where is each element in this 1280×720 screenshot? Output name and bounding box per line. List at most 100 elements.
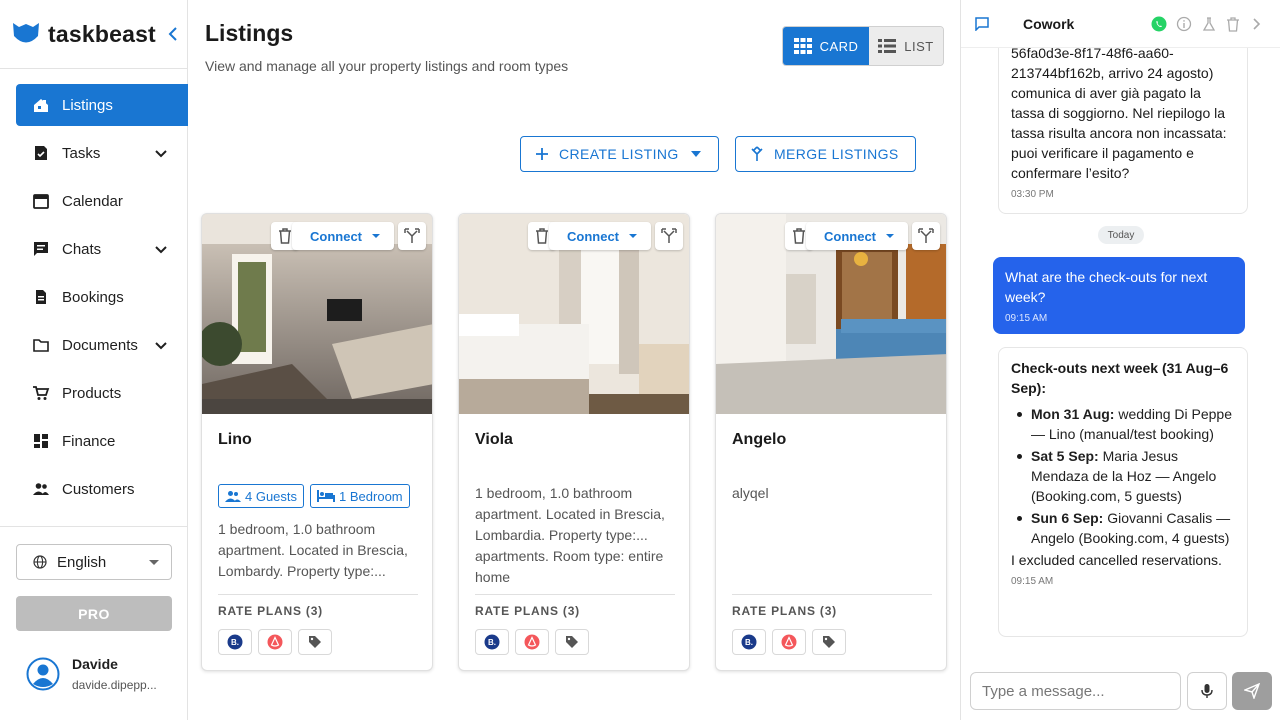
listing-chips: 4 Guests 1 Bedroom	[218, 484, 416, 508]
sidebar-item-bookings[interactable]: Bookings	[16, 276, 188, 318]
trash-icon[interactable]	[1225, 16, 1241, 32]
tag-plan[interactable]	[555, 629, 589, 655]
list-view-label: LIST	[904, 38, 934, 54]
card-view-button[interactable]: CARD	[783, 27, 869, 65]
brand[interactable]: taskbeast	[12, 20, 156, 48]
brand-name: taskbeast	[48, 20, 156, 47]
tag-plan[interactable]	[812, 629, 846, 655]
user-profile[interactable]: Davide davide.dipepp...	[26, 656, 157, 692]
page-title: Listings	[205, 20, 294, 46]
booking-com-plan[interactable]: B.	[732, 629, 766, 655]
language-select[interactable]: English	[16, 544, 172, 580]
bedroom-label: 1 Bedroom	[339, 488, 403, 504]
flask-icon[interactable]	[1201, 16, 1217, 32]
split-button[interactable]	[655, 222, 683, 250]
create-listing-button[interactable]: CREATE LISTING	[520, 136, 719, 172]
sidebar-item-chats[interactable]: Chats	[16, 228, 188, 270]
airbnb-icon	[267, 634, 283, 650]
tag-plan[interactable]	[298, 629, 332, 655]
user-email: davide.dipepp...	[72, 678, 157, 692]
plus-icon	[536, 148, 548, 160]
cowork-panel: Cowork 56fa0d3e-8f17-48f6-aa60-213744bf1…	[960, 0, 1280, 720]
rate-plans: B.	[732, 629, 852, 655]
sidebar-item-customers[interactable]: Customers	[16, 468, 188, 510]
sidebar-item-documents[interactable]: Documents	[16, 324, 188, 366]
caret-down-icon[interactable]	[690, 151, 701, 157]
listing-card-angelo[interactable]: Connect Angelo alyqel RATE PLANS (3) B.	[715, 213, 947, 671]
rate-plans-label: RATE PLANS (3)	[218, 604, 323, 618]
message-time: 09:15 AM	[1011, 576, 1054, 587]
listing-card-viola[interactable]: Connect Viola 1 bedroom, 1.0 bathroom ap…	[458, 213, 690, 671]
dropdown-arrow-icon	[149, 560, 159, 565]
list-view-button[interactable]: LIST	[869, 27, 943, 65]
split-icon	[661, 228, 677, 243]
message-text: 56fa0d3e-8f17-48f6-aa60-213744bf162b, ar…	[1011, 48, 1227, 181]
sidebar-item-tasks[interactable]: Tasks	[16, 132, 188, 174]
tag-icon	[309, 636, 321, 648]
main-content: Listings View and manage all your proper…	[189, 0, 960, 720]
card-divider	[732, 594, 932, 595]
caret-down-icon	[629, 234, 637, 238]
collapse-chevron-icon[interactable]	[166, 26, 180, 42]
rate-plans-label: RATE PLANS (3)	[732, 604, 837, 618]
dashboard-icon	[34, 434, 48, 448]
tag-icon	[566, 636, 578, 648]
chevron-right-icon[interactable]	[1252, 17, 1262, 31]
caret-down-icon	[886, 234, 894, 238]
folder-icon	[33, 339, 49, 352]
sidebar-item-label: Customers	[62, 480, 135, 498]
trash-icon	[279, 228, 291, 244]
booking-com-icon: B.	[741, 634, 757, 650]
sidebar-item-label: Products	[62, 384, 122, 402]
bedroom-chip: 1 Bedroom	[310, 484, 410, 508]
booking-com-icon: B.	[484, 634, 500, 650]
merge-listings-button[interactable]: MERGE LISTINGS	[735, 136, 916, 172]
card-divider	[475, 594, 675, 595]
chat-icon	[34, 242, 48, 256]
airbnb-plan[interactable]	[772, 629, 806, 655]
people-icon	[33, 483, 49, 495]
chevron-down-icon[interactable]	[154, 338, 168, 352]
airbnb-icon	[781, 634, 797, 650]
booking-com-plan[interactable]: B.	[475, 629, 509, 655]
sidebar-item-listings[interactable]: Listings	[16, 84, 188, 126]
connect-button[interactable]: Connect	[806, 222, 908, 250]
chevron-down-icon[interactable]	[154, 146, 168, 160]
listings-icon	[34, 99, 48, 112]
globe-icon	[33, 555, 47, 569]
calendar-icon	[33, 194, 49, 209]
pro-button[interactable]: PRO	[16, 596, 172, 631]
sidebar-item-finance[interactable]: Finance	[16, 420, 188, 462]
airbnb-icon	[524, 634, 540, 650]
rate-plans: B.	[475, 629, 595, 655]
cowork-title: Cowork	[1023, 16, 1075, 32]
info-icon[interactable]	[1176, 16, 1192, 32]
split-button[interactable]	[912, 222, 940, 250]
split-button[interactable]	[398, 222, 426, 250]
sidebar-item-products[interactable]: Products	[16, 372, 188, 414]
connect-button[interactable]: Connect	[292, 222, 394, 250]
listing-description: 1 bedroom, 1.0 bathroom apartment. Locat…	[475, 485, 665, 585]
airbnb-plan[interactable]	[515, 629, 549, 655]
guests-chip: 4 Guests	[218, 484, 305, 508]
sidebar-item-label: Calendar	[62, 192, 123, 210]
airbnb-plan[interactable]	[258, 629, 292, 655]
card-view-label: CARD	[819, 38, 859, 54]
grid-icon	[793, 38, 812, 54]
booking-com-plan[interactable]: B.	[218, 629, 252, 655]
listing-card-lino[interactable]: Connect Lino 4 Guests 1 Bedroom 1 bedroo…	[201, 213, 433, 671]
connect-button[interactable]: Connect	[549, 222, 651, 250]
chevron-down-icon[interactable]	[154, 242, 168, 256]
user-message: What are the check-outs for next week? 0…	[993, 257, 1245, 334]
send-button[interactable]	[1232, 672, 1272, 710]
tasks-icon	[35, 146, 47, 160]
sidebar-nav: Listings Tasks Calendar Chats Bookings D…	[16, 84, 188, 516]
card-divider	[218, 594, 418, 595]
date-divider: Today	[1098, 226, 1144, 244]
message-input[interactable]	[970, 672, 1181, 710]
whatsapp-icon[interactable]	[1151, 16, 1167, 32]
sidebar-item-calendar[interactable]: Calendar	[16, 180, 188, 222]
language-value: English	[57, 553, 107, 571]
mic-button[interactable]	[1187, 672, 1227, 710]
cart-icon	[33, 386, 50, 400]
